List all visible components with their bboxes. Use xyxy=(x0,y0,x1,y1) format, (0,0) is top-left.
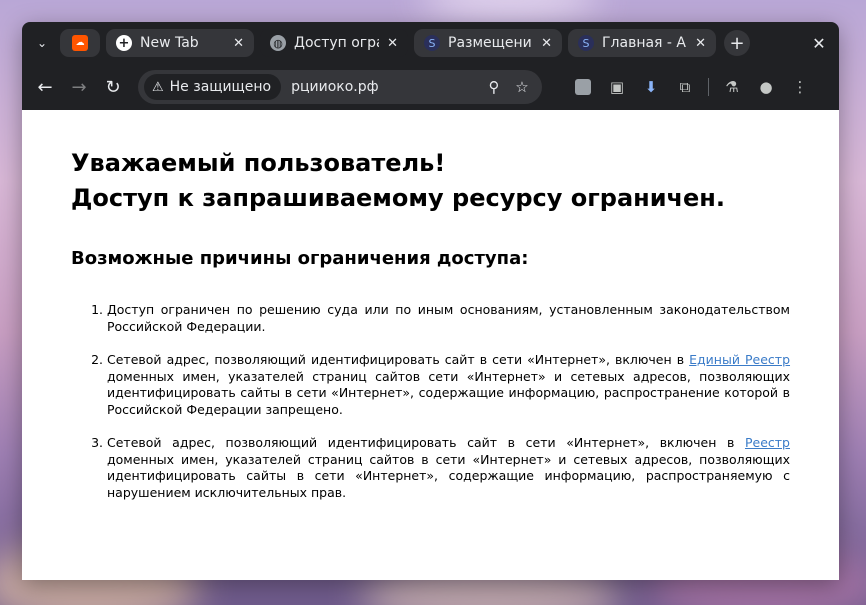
reasons-heading: Возможные причины ограничения доступа: xyxy=(71,248,529,269)
close-icon: ✕ xyxy=(812,33,826,53)
tab-access-restricted[interactable]: ◍ Доступ огра ✕ xyxy=(260,29,408,57)
plus-circle-icon: + xyxy=(116,35,132,51)
reason-text: Сетевой адрес, позволяющий идентифициров… xyxy=(107,352,690,367)
close-tab-icon[interactable]: ✕ xyxy=(387,36,398,51)
arrow-left-icon: ← xyxy=(37,76,53,98)
site-icon: S xyxy=(578,35,594,51)
puzzle-icon: ⧉ xyxy=(679,78,691,96)
extensions-menu-button[interactable]: ⧉ xyxy=(670,72,700,102)
tab-razmeshchenie[interactable]: S Размещени ✕ xyxy=(414,29,562,57)
tab-strip: ⌄ ☁ + New Tab ✕ ◍ Доступ огра ✕ S Размещ… xyxy=(22,22,839,64)
page-content: Уважаемый пользователь! Доступ к запраши… xyxy=(22,110,839,580)
list-item: Сетевой адрес, позволяющий идентифициров… xyxy=(107,435,790,501)
tab-title: Главная - А xyxy=(602,35,686,51)
reload-icon: ↻ xyxy=(105,76,121,98)
window-close-button[interactable]: ✕ xyxy=(807,34,831,53)
wallpaper-cloud xyxy=(420,0,600,20)
tab-glavnaya[interactable]: S Главная - А ✕ xyxy=(568,29,716,57)
close-tab-icon[interactable]: ✕ xyxy=(695,36,706,51)
profile-button[interactable]: ● xyxy=(751,72,781,102)
plus-icon: + xyxy=(729,32,745,54)
browser-window: ⌄ ☁ + New Tab ✕ ◍ Доступ огра ✕ S Размещ… xyxy=(22,22,839,580)
chevron-down-icon: ⌄ xyxy=(36,36,48,50)
warning-icon: ⚠ xyxy=(152,79,164,95)
tab-soundcloud[interactable]: ☁ xyxy=(60,29,100,57)
reason-text: Доступ ограничен по решению суда или по … xyxy=(107,302,790,334)
labs-button[interactable]: ⚗ xyxy=(717,72,747,102)
toolbar-divider xyxy=(708,78,709,96)
zoom-icon: ⚲ xyxy=(488,78,500,96)
globe-icon: ◍ xyxy=(270,35,286,51)
new-tab-button[interactable]: + xyxy=(724,30,750,56)
reason-text: Сетевой адрес, позволяющий идентифициров… xyxy=(107,435,745,450)
tab-search-button[interactable]: ⌄ xyxy=(30,31,54,55)
list-item: Доступ ограничен по решению суда или по … xyxy=(107,302,790,335)
menu-button[interactable]: ⋮ xyxy=(785,72,815,102)
arrow-right-icon: → xyxy=(71,76,87,98)
url-text[interactable]: рцииоко.рф xyxy=(291,79,480,95)
back-button[interactable]: ← xyxy=(30,72,60,102)
site-icon: S xyxy=(424,35,440,51)
bookmark-button[interactable]: ☆ xyxy=(508,73,536,101)
download-arrow-icon: ⬇ xyxy=(644,78,658,96)
tab-new-tab[interactable]: + New Tab ✕ xyxy=(106,29,254,57)
page-title: Уважаемый пользователь! Доступ к запраши… xyxy=(71,146,790,216)
soundcloud-icon: ☁ xyxy=(72,35,88,51)
browser-toolbar: ← → ↻ ⚠ Не защищено рцииоко.рф ⚲ ☆ ▣ ⬇ ⧉… xyxy=(22,64,839,110)
reason-text: доменных имен, указателей страниц сайтов… xyxy=(107,368,790,417)
tab-title: New Tab xyxy=(140,35,199,51)
forward-button[interactable]: → xyxy=(64,72,94,102)
close-tab-icon[interactable]: ✕ xyxy=(233,36,244,51)
address-bar[interactable]: ⚠ Не защищено рцииоко.рф ⚲ ☆ xyxy=(138,70,542,104)
security-label: Не защищено xyxy=(169,79,272,95)
picture-in-picture-icon: ▣ xyxy=(609,78,625,96)
list-item: Сетевой адрес, позволяющий идентифициров… xyxy=(107,352,790,418)
kebab-menu-icon: ⋮ xyxy=(792,78,808,96)
reasons-list: Доступ ограничен по решению суда или по … xyxy=(71,302,790,501)
extension-button[interactable]: ⬇ xyxy=(636,72,666,102)
close-tab-icon[interactable]: ✕ xyxy=(541,36,552,51)
avatar-icon: ● xyxy=(759,78,773,96)
security-chip[interactable]: ⚠ Не защищено xyxy=(144,74,282,100)
extension-button[interactable]: ▣ xyxy=(602,72,632,102)
reload-button[interactable]: ↻ xyxy=(98,72,128,102)
flask-icon: ⚗ xyxy=(725,78,739,96)
tab-title: Размещени xyxy=(448,35,532,51)
heading-line-1: Уважаемый пользователь! xyxy=(71,149,446,177)
extension-app-icon xyxy=(575,79,591,95)
tab-title: Доступ огра xyxy=(294,35,380,51)
heading-line-2: Доступ к запрашиваемому ресурсу ограниче… xyxy=(71,184,725,212)
star-icon: ☆ xyxy=(515,78,529,96)
unified-registry-link[interactable]: Единый Реестр xyxy=(689,352,790,367)
registry-link[interactable]: Реестр xyxy=(745,435,790,450)
zoom-button[interactable]: ⚲ xyxy=(480,73,508,101)
extension-button[interactable] xyxy=(568,72,598,102)
reason-text: доменных имен, указателей страниц сайтов… xyxy=(107,451,790,500)
